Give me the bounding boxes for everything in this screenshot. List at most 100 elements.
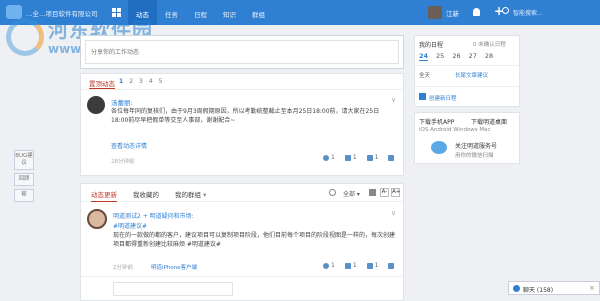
comment-icon <box>323 154 329 161</box>
post-actions: 1 1 1 <box>313 154 396 161</box>
pinned-header: 置顶动态 1 2 3 4 5 <box>81 74 403 90</box>
close-icon[interactable]: × <box>589 284 595 292</box>
comment-button[interactable]: 1 <box>323 154 335 161</box>
side-feedback: BUG建议 回顾 帮 <box>14 150 34 205</box>
chevron-down-icon[interactable]: ∨ <box>391 209 396 217</box>
forward-button[interactable] <box>388 154 396 161</box>
filter-all-label: 全部 <box>343 191 356 198</box>
search-icon[interactable] <box>329 189 336 196</box>
avatar[interactable] <box>87 209 107 229</box>
day-selector: 24 25 26 27 28 <box>419 52 501 61</box>
attach-count: 1 <box>352 154 357 161</box>
day-25[interactable]: 25 <box>436 52 444 61</box>
chevron-down-icon: ▾ <box>203 191 207 199</box>
avatar[interactable] <box>87 96 105 114</box>
tab-updates[interactable]: 动态更新 <box>91 189 117 202</box>
view-detail-link[interactable]: 查看动态详情 <box>111 141 147 150</box>
filter-all[interactable]: 全部 ▾ <box>343 189 360 198</box>
post-actions: 1 1 1 <box>313 262 396 269</box>
forward-button[interactable] <box>388 262 396 269</box>
post-time: 28分钟前 <box>111 159 135 165</box>
platform-list: iOS Android Windows Mac <box>419 127 491 133</box>
divider <box>415 86 519 87</box>
post-author[interactable]: 汤蕾丽: <box>111 97 133 107</box>
schedule-title[interactable]: 我的日程 <box>419 40 443 49</box>
day-24[interactable]: 24 <box>419 52 429 61</box>
font-increase-button[interactable]: A+ <box>391 188 400 197</box>
like-button[interactable]: 1 <box>366 262 379 269</box>
tab-favorites[interactable]: 我收藏的 <box>133 189 159 199</box>
attach-button[interactable]: 1 <box>344 262 357 269</box>
download-mobile-link[interactable]: 下载手机APP <box>419 117 454 126</box>
nav-knowledge[interactable]: 知识 <box>215 0 244 25</box>
day-26[interactable]: 26 <box>452 52 460 61</box>
font-decrease-button[interactable]: A- <box>380 188 389 197</box>
page-2[interactable]: 2 <box>129 78 133 85</box>
like-count: 1 <box>374 154 379 161</box>
unconfirmed-link[interactable]: 0 未确认日程 <box>473 40 506 48</box>
next-post-placeholder <box>113 282 233 296</box>
attachment-icon <box>344 262 351 269</box>
user-avatar[interactable] <box>428 6 442 19</box>
comment-button[interactable]: 1 <box>323 262 335 269</box>
chat-icon <box>513 285 520 292</box>
page-3[interactable]: 3 <box>139 78 143 85</box>
nav-groups[interactable]: 群组 <box>244 0 273 25</box>
wechat-icon[interactable] <box>431 141 447 154</box>
day-27[interactable]: 27 <box>469 52 477 61</box>
bell-icon[interactable] <box>473 8 480 16</box>
post-time: 2分钟前 <box>113 265 133 271</box>
schedule-card: 我的日程 0 未确认日程 24 25 26 27 28 全天 长尾文章建议 创建… <box>414 35 520 107</box>
post-input[interactable] <box>85 40 399 64</box>
divider <box>81 276 403 277</box>
attach-button[interactable]: 1 <box>344 154 357 161</box>
watermark-logo-icon <box>6 18 44 56</box>
help-button[interactable]: 帮 <box>14 189 34 202</box>
tab-pinned[interactable]: 置顶动态 <box>89 78 115 89</box>
wechat-subtitle: 用你的微信扫描 <box>455 153 494 159</box>
allday-label: 全天 <box>419 73 431 79</box>
like-count: 1 <box>374 262 379 269</box>
thumbs-up-icon <box>366 262 373 269</box>
pager: 1 2 3 4 5 <box>119 78 169 85</box>
calendar-icon[interactable] <box>419 93 426 100</box>
day-28[interactable]: 28 <box>485 52 493 61</box>
page-1[interactable]: 1 <box>119 78 123 85</box>
chat-label: 聊天 (158) <box>523 287 554 294</box>
post-composer <box>80 35 404 69</box>
comment-count: 1 <box>331 262 335 269</box>
forward-icon <box>388 154 395 161</box>
bug-report-button[interactable]: BUG建议 <box>14 150 34 170</box>
pinned-post-card: 置顶动态 1 2 3 4 5 汤蕾丽: ∨ 各位每年同的复核们，由于9月3周假期… <box>80 73 404 176</box>
post-tag[interactable]: #明道建议# <box>113 221 147 230</box>
download-card: 下载手机APP 下载明道桌面 iOS Android Windows Mac 关… <box>414 112 520 164</box>
review-button[interactable]: 回顾 <box>14 173 34 186</box>
tab-my-groups[interactable]: 我的群组 ▾ <box>175 189 206 199</box>
post-body: 现在的一款做的都的客户，建议项目可以复制项目阶段，他们目前每个项目的阶段视图是一… <box>113 232 396 248</box>
page-4[interactable]: 4 <box>149 78 153 85</box>
post-source-link[interactable]: 明道iPhone客户端 <box>151 263 197 271</box>
post-body: 各位每年同的复核们，由于9月3周假期原因，所以考勤统整截止至本月25日18:00… <box>111 108 380 124</box>
chat-bar[interactable]: 聊天 (158) × <box>508 281 600 295</box>
attach-count: 1 <box>352 262 357 269</box>
chevron-down-icon[interactable]: ∨ <box>391 96 396 104</box>
user-name[interactable]: 江新 <box>446 8 459 18</box>
page-5[interactable]: 5 <box>159 78 163 85</box>
calendar-icon[interactable] <box>369 189 376 196</box>
divider <box>415 65 519 66</box>
forward-icon <box>388 262 395 269</box>
like-button[interactable]: 1 <box>366 154 379 161</box>
post-author[interactable]: 明道测试2 + 明道疑问和市场: <box>113 211 194 220</box>
search-input[interactable]: 智能搜索... <box>513 8 543 17</box>
search-icon[interactable] <box>502 7 509 14</box>
thumbs-up-icon <box>366 154 373 161</box>
comment-icon <box>323 262 329 269</box>
attachment-icon <box>344 154 351 161</box>
comment-count: 1 <box>331 154 335 161</box>
download-desktop-link[interactable]: 下载明道桌面 <box>471 117 507 126</box>
feed-card: 动态更新 我收藏的 我的群组 ▾ 全部 ▾ A- A+ 明道测试2 + 明道疑问… <box>80 183 404 301</box>
wechat-title[interactable]: 关注明道服务号 <box>455 141 497 150</box>
schedule-event[interactable]: 长尾文章建议 <box>455 71 488 79</box>
create-schedule-link[interactable]: 创建新日程 <box>429 94 457 102</box>
tab-my-groups-label: 我的群组 <box>175 191 201 199</box>
